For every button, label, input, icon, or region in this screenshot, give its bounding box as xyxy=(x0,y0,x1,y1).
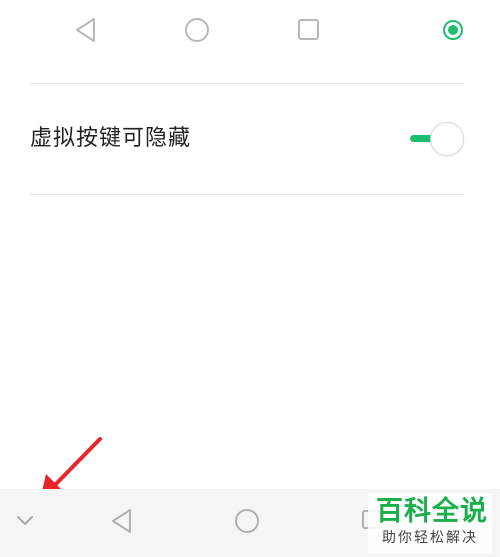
back-triangle-icon[interactable] xyxy=(110,508,134,534)
home-circle-icon[interactable] xyxy=(234,508,260,534)
toggle-knob xyxy=(430,122,464,156)
chevron-down-icon[interactable] xyxy=(16,515,34,527)
home-circle-icon xyxy=(185,18,209,42)
divider-bottom xyxy=(30,194,464,195)
watermark: 百科全说 助你轻松解决 xyxy=(368,493,492,553)
watermark-title: 百科全说 xyxy=(376,496,488,527)
nav-style-preview xyxy=(0,0,500,60)
recents-square-icon xyxy=(298,19,319,40)
setting-label: 虚拟按键可隐藏 xyxy=(30,126,192,151)
hide-virtual-keys-toggle[interactable] xyxy=(408,121,466,157)
back-triangle-icon xyxy=(76,18,95,42)
radio-selected-icon[interactable] xyxy=(442,19,464,41)
watermark-subtitle: 助你轻松解决 xyxy=(382,530,478,546)
